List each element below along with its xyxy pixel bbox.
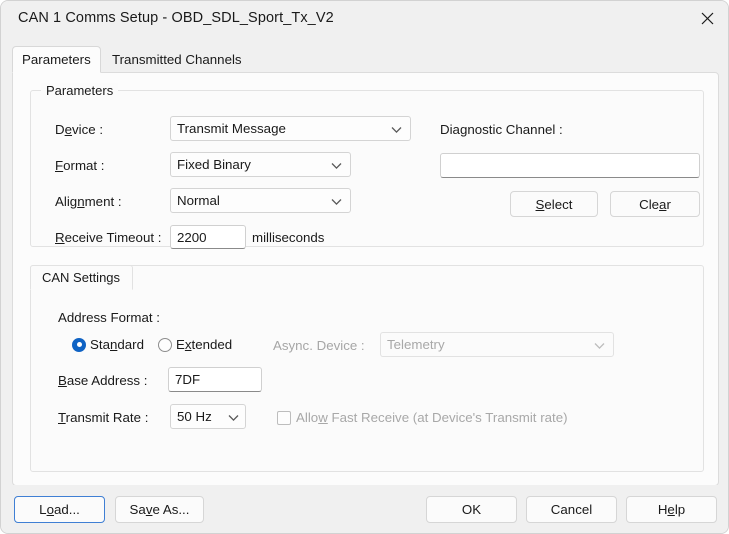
radio-extended[interactable]: Extended	[158, 337, 232, 352]
parameters-groupbox: Parameters Device : Transmit Message For…	[30, 83, 704, 249]
cancel-button-label: Cancel	[550, 502, 593, 517]
dialog-footer: Load... Save As... OK Cancel Help	[1, 485, 728, 533]
receive-timeout-label: Receive Timeout :	[55, 230, 162, 245]
ok-button-label: OK	[461, 502, 482, 517]
dialog-window: CAN 1 Comms Setup - OBD_SDL_Sport_Tx_V2 …	[0, 0, 729, 534]
address-format-label: Address Format :	[58, 310, 160, 325]
can-settings-group-legend: CAN Settings	[30, 265, 134, 290]
allow-fast-receive-box	[277, 410, 291, 425]
transmit-rate-label: Transmit Rate :	[58, 410, 149, 425]
radio-extended-dot	[158, 337, 172, 352]
select-button[interactable]: Select	[510, 191, 598, 217]
allow-fast-receive-label: Allow Fast Receive (at Device's Transmit…	[296, 410, 568, 425]
can-settings-groupbox: CAN Settings Address Format : Standard E…	[30, 265, 704, 472]
diagnostic-channel-input[interactable]	[440, 153, 700, 178]
transmit-rate-combobox-value: 50 Hz	[177, 409, 212, 424]
receive-timeout-input[interactable]: 2200	[170, 225, 246, 249]
tab-strip: Parameters Transmitted Channels	[12, 46, 719, 73]
ok-button[interactable]: OK	[426, 496, 517, 523]
title-bar: CAN 1 Comms Setup - OBD_SDL_Sport_Tx_V2	[1, 1, 728, 39]
device-label: Device :	[55, 122, 104, 137]
chevron-down-icon	[331, 157, 342, 172]
async-device-combobox-value: Telemetry	[387, 337, 445, 352]
cancel-button[interactable]: Cancel	[526, 496, 617, 523]
base-address-value: 7DF	[175, 372, 201, 387]
chevron-down-icon	[331, 193, 342, 208]
alignment-label: Alignment :	[55, 194, 122, 209]
help-button[interactable]: Help	[626, 496, 717, 523]
tab-panel-parameters: Parameters Device : Transmit Message For…	[12, 72, 719, 486]
tab-parameters-label: Parameters	[22, 52, 91, 67]
device-combobox[interactable]: Transmit Message	[170, 116, 411, 141]
chevron-down-icon	[391, 121, 402, 136]
radio-standard-dot	[72, 337, 86, 352]
format-combobox[interactable]: Fixed Binary	[170, 152, 351, 177]
close-icon[interactable]	[684, 1, 728, 35]
transmit-rate-combobox[interactable]: 50 Hz	[170, 404, 246, 429]
tab-transmitted-channels-label: Transmitted Channels	[112, 52, 242, 67]
receive-timeout-units-label: milliseconds	[252, 230, 325, 245]
allow-fast-receive-checkbox[interactable]: Allow Fast Receive (at Device's Transmit…	[277, 410, 568, 425]
alignment-combobox-value: Normal	[177, 193, 220, 208]
radio-standard-label: Standard	[90, 337, 144, 352]
clear-button[interactable]: Clear	[610, 191, 700, 217]
format-label: Format :	[55, 158, 105, 173]
parameters-group-legend: Parameters	[41, 83, 119, 98]
device-combobox-value: Transmit Message	[177, 121, 286, 136]
tab-parameters[interactable]: Parameters	[12, 46, 101, 73]
window-title: CAN 1 Comms Setup - OBD_SDL_Sport_Tx_V2	[18, 10, 334, 26]
tab-transmitted-channels[interactable]: Transmitted Channels	[102, 46, 248, 73]
diagnostic-channel-label: Diagnostic Channel :	[440, 122, 563, 137]
base-address-input[interactable]: 7DF	[168, 367, 262, 392]
format-combobox-value: Fixed Binary	[177, 157, 251, 172]
async-device-combobox[interactable]: Telemetry	[380, 332, 614, 357]
alignment-combobox[interactable]: Normal	[170, 188, 351, 213]
chevron-down-icon	[594, 337, 605, 352]
load-button[interactable]: Load...	[14, 496, 105, 523]
base-address-label: Base Address :	[58, 373, 148, 388]
receive-timeout-value: 2200	[177, 229, 207, 245]
async-device-label: Async. Device :	[273, 338, 365, 353]
radio-standard[interactable]: Standard	[72, 337, 144, 352]
save-as-button[interactable]: Save As...	[115, 496, 204, 523]
radio-extended-label: Extended	[176, 337, 233, 352]
chevron-down-icon	[228, 409, 239, 424]
